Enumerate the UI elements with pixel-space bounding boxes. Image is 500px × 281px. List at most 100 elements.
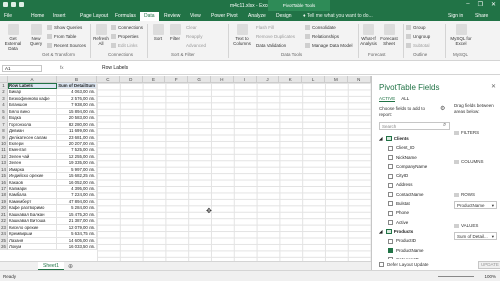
sign-in-link[interactable]: Sign in xyxy=(448,13,463,19)
field-checkbox[interactable] xyxy=(388,164,393,170)
tab-design[interactable]: Design xyxy=(276,13,292,19)
column-header[interactable]: K xyxy=(279,76,303,83)
minimize-icon[interactable]: – xyxy=(466,1,469,8)
relationships-button[interactable]: Relationships xyxy=(305,34,339,40)
tab-page-layout[interactable]: Page Layout xyxy=(80,13,108,19)
field-item[interactable]: Phone xyxy=(379,208,450,217)
tab-analyze[interactable]: Analyze xyxy=(248,13,266,19)
column-header[interactable]: L xyxy=(302,76,325,83)
field-item[interactable]: Address xyxy=(379,180,450,189)
redo-icon[interactable] xyxy=(19,2,24,7)
filters-area[interactable]: FILTERS xyxy=(454,129,498,136)
remove-duplicates-button[interactable]: Remove Duplicates xyxy=(256,34,295,39)
column-header[interactable]: A xyxy=(8,76,57,83)
edit-links-button[interactable]: Edit Links xyxy=(111,43,138,49)
select-all-corner[interactable] xyxy=(0,76,8,83)
from-table-button[interactable]: From Table xyxy=(47,34,76,40)
share-button[interactable]: Share xyxy=(475,13,488,19)
properties-button[interactable]: Properties xyxy=(111,34,139,40)
column-header[interactable]: I xyxy=(234,76,257,83)
column-header[interactable]: F xyxy=(165,76,189,83)
cell-row-label[interactable]: Локум xyxy=(8,243,57,251)
consolidate-button[interactable]: Consolidate xyxy=(305,25,336,31)
field-item[interactable]: Client_ID xyxy=(379,143,450,152)
tab-insert[interactable]: Insert xyxy=(53,13,66,19)
column-header[interactable]: M xyxy=(325,76,348,83)
show-queries-button[interactable]: Show Queries xyxy=(47,25,82,31)
column-header[interactable]: G xyxy=(188,76,211,83)
column-header[interactable]: N xyxy=(348,76,371,83)
tell-me-box[interactable]: ♦ Tell me what you want to do... xyxy=(303,13,373,19)
update-button[interactable]: UPDATE xyxy=(478,261,500,269)
forecast-sheet-button[interactable]: Forecast Sheet xyxy=(380,24,398,46)
fx-icon[interactable]: fx xyxy=(60,65,64,70)
what-if-analysis-button[interactable]: What-If Analysis xyxy=(360,24,377,46)
field-item[interactable]: ProductName xyxy=(379,246,450,255)
tab-view[interactable]: View xyxy=(190,13,201,19)
rows-area[interactable]: ROWS ProductName ▾ xyxy=(454,191,498,213)
clear-button[interactable]: Clear xyxy=(186,25,197,30)
field-checkbox[interactable] xyxy=(388,192,393,198)
close-icon[interactable]: ✕ xyxy=(491,1,496,8)
filter-button[interactable]: Filter xyxy=(168,24,182,41)
add-sheet-icon[interactable]: ⊕ xyxy=(68,263,73,270)
field-item[interactable]: ProductID xyxy=(379,236,450,245)
tab-file[interactable]: File xyxy=(4,13,12,19)
field-search-input[interactable]: Search xyxy=(379,122,450,130)
field-checkbox[interactable] xyxy=(388,247,393,253)
collapse-icon[interactable]: ◢ xyxy=(379,136,384,141)
cell-sum-value[interactable]: 16 033,50 лв. xyxy=(57,243,97,251)
new-query-button[interactable]: New Query xyxy=(27,24,45,46)
reapply-button[interactable]: Reapply xyxy=(186,34,203,39)
tab-home[interactable]: Home xyxy=(31,13,44,19)
field-checkbox[interactable] xyxy=(388,210,393,216)
data-validation-button[interactable]: Data Validation xyxy=(256,43,286,48)
field-item[interactable]: CategoryID xyxy=(379,255,450,259)
undo-icon[interactable] xyxy=(11,2,16,7)
column-header[interactable]: C xyxy=(97,76,120,83)
field-item[interactable]: CompanyName xyxy=(379,162,450,171)
gear-icon[interactable]: ⚙ xyxy=(440,105,445,112)
tab-data[interactable]: Data xyxy=(140,12,159,21)
field-table-group[interactable]: ◢ Products xyxy=(379,227,450,236)
columns-area[interactable]: COLUMNS xyxy=(454,158,498,165)
column-header[interactable]: D xyxy=(120,76,143,83)
flash-fill-button[interactable]: Flash Fill xyxy=(256,25,274,30)
field-item[interactable]: Bulstat xyxy=(379,199,450,208)
row-number[interactable]: 26 xyxy=(0,243,8,251)
field-checkbox[interactable] xyxy=(388,154,393,160)
tab-power-pivot[interactable]: Power Pivot xyxy=(211,13,238,19)
tab-review[interactable]: Review xyxy=(164,13,180,19)
tab-all[interactable]: ALL xyxy=(401,96,409,101)
field-table-group[interactable]: ◢ Clients xyxy=(379,134,450,143)
value-field-chip[interactable]: Sum of Detail... ▾ xyxy=(454,232,497,240)
column-header[interactable]: B xyxy=(57,76,97,83)
values-area[interactable]: VALUES Sum of Detail... ▾ xyxy=(454,222,498,244)
column-header[interactable]: E xyxy=(143,76,166,83)
subtotal-button[interactable]: Subtotal xyxy=(406,43,430,49)
restore-icon[interactable]: ❐ xyxy=(478,1,483,8)
defer-layout-checkbox[interactable]: Defer Layout Update xyxy=(379,262,429,268)
field-checkbox[interactable] xyxy=(388,173,393,179)
column-header[interactable]: J xyxy=(257,76,280,83)
close-icon[interactable]: ✕ xyxy=(491,83,496,90)
sort-button[interactable]: Sort xyxy=(152,24,164,41)
checkbox[interactable] xyxy=(379,262,384,268)
manage-data-model-button[interactable]: Manage Data Model xyxy=(305,43,353,49)
field-item[interactable]: ContactName xyxy=(379,190,450,199)
column-header[interactable]: H xyxy=(211,76,234,83)
field-item[interactable]: Active xyxy=(379,218,450,227)
mysql-for-excel-button[interactable]: MySQL for Excel xyxy=(449,24,473,46)
save-icon[interactable] xyxy=(3,2,8,7)
refresh-all-button[interactable]: Refresh All xyxy=(93,24,109,46)
ungroup-button[interactable]: Ungroup xyxy=(406,34,430,40)
recent-sources-button[interactable]: Recent Sources xyxy=(47,43,86,49)
field-item[interactable]: CityID xyxy=(379,171,450,180)
text-to-columns-button[interactable]: Text to Columns xyxy=(231,24,253,46)
tab-formulas[interactable]: Formulas xyxy=(115,13,136,19)
formula-input[interactable]: Row Labels xyxy=(102,65,128,71)
field-checkbox[interactable] xyxy=(388,201,393,207)
field-checkbox[interactable] xyxy=(388,257,393,259)
field-checkbox[interactable] xyxy=(388,145,393,151)
field-checkbox[interactable] xyxy=(388,182,393,188)
